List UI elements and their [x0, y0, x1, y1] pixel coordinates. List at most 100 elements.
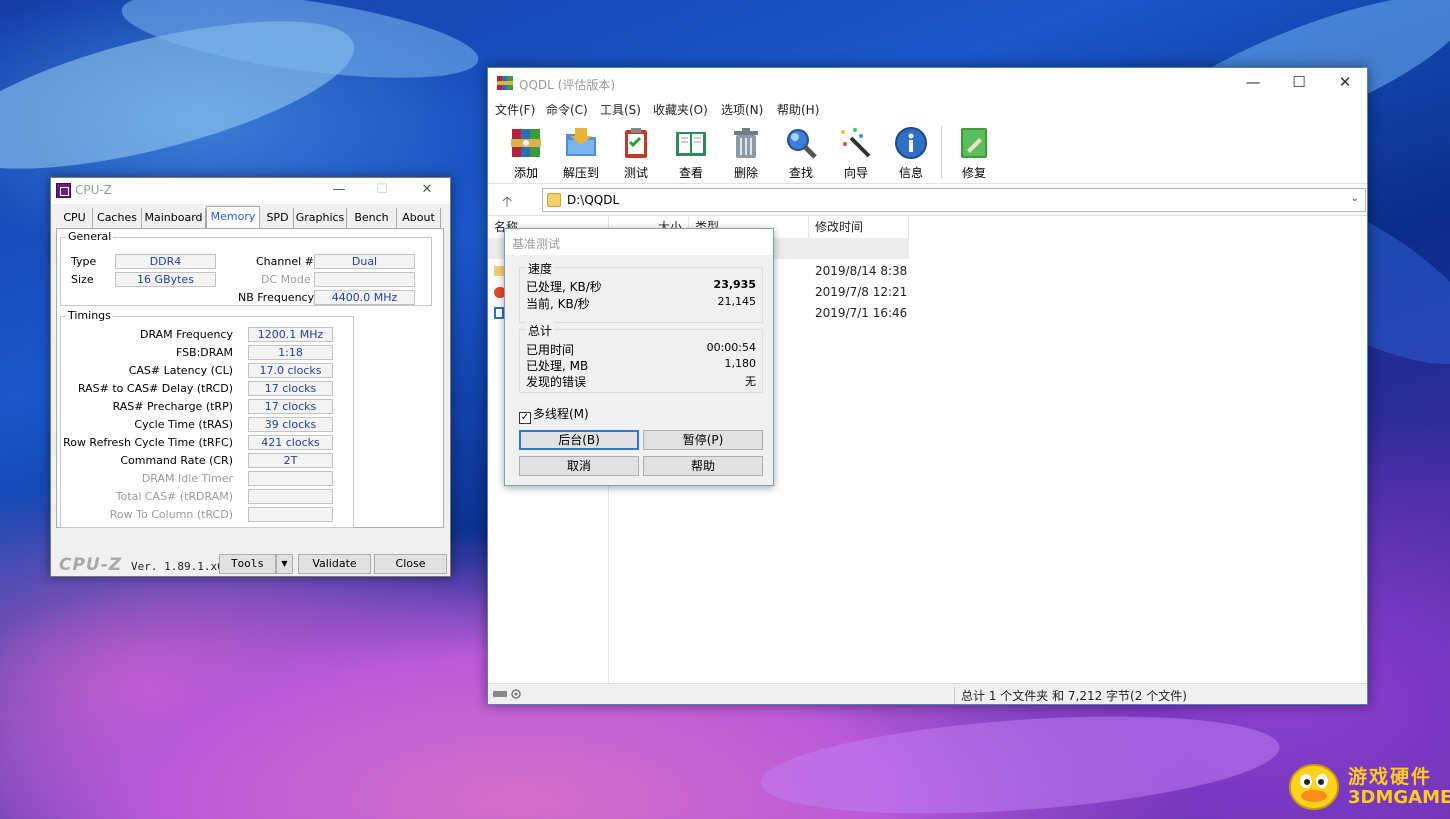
tab-spd[interactable]: SPD [262, 208, 294, 228]
test-icon [625, 128, 647, 158]
repair-icon [961, 128, 987, 158]
cpuz-titlebar[interactable]: CPU-Z — ☐ ✕ [51, 178, 450, 204]
elapsed-label: 已用时间 [526, 343, 575, 357]
multithread-checkbox[interactable]: ✓ 多线程(M) [519, 405, 589, 424]
extract-to-button[interactable]: 解压到 [556, 124, 606, 180]
test-label: 测试 [623, 166, 648, 180]
cpuz-app-icon [56, 183, 71, 198]
errors-label: 发现的错误 [526, 375, 587, 389]
timing-label: DRAM Idle Timer [141, 472, 233, 485]
maximize-icon: ☐ [376, 182, 388, 197]
speed-processed-label: 已处理, KB/秒 [526, 280, 602, 294]
cpuz-version: Ver. 1.89.1.x64 [131, 560, 231, 573]
timing-label: Row Refresh Cycle Time (tRFC) [63, 436, 233, 449]
channel-value: Dual [314, 254, 415, 269]
benchmark-title: 基准测试 [512, 237, 561, 251]
timing-value: 2T [248, 453, 333, 468]
timing-value: 421 clocks [248, 435, 333, 450]
timing-label: Row To Column (tRCD) [109, 508, 233, 521]
menu-options[interactable]: 选项(N) [721, 101, 763, 118]
menu-help[interactable]: 帮助(H) [777, 101, 819, 118]
nb-frequency-value: 4400.0 MHz [314, 290, 415, 305]
speed-current-label: 当前, KB/秒 [526, 297, 590, 311]
delete-label: 删除 [733, 166, 758, 180]
timing-value: 17 clocks [248, 381, 333, 396]
up-arrow-icon[interactable]: 🡡 [502, 191, 512, 215]
delete-button[interactable]: 删除 [721, 124, 771, 180]
tab-memory[interactable]: Memory [206, 206, 260, 228]
table-row-modified[interactable]: 2019/8/14 8:38 [815, 264, 907, 278]
drive-status-icon [493, 689, 521, 699]
winrar-titlebar[interactable]: QQDL (评估版本) — ☐ ✕ [488, 68, 1367, 98]
find-label: 查找 [788, 166, 813, 180]
timing-label: Total CAS# (tRDRAM) [115, 490, 233, 503]
add-archive-icon [511, 129, 541, 157]
speed-current-value: 21,145 [717, 295, 757, 308]
column-modified[interactable]: 修改时间 [809, 216, 909, 238]
close-icon[interactable]: ✕ [411, 180, 443, 200]
checkmark-icon: ✓ [519, 412, 531, 424]
menu-file[interactable]: 文件(F) [495, 101, 535, 118]
table-row-modified[interactable]: 2019/7/1 16:46 [815, 306, 907, 320]
tools-button[interactable]: Tools [219, 554, 276, 574]
cancel-button[interactable]: 取消 [519, 456, 639, 476]
tab-caches[interactable]: Caches [93, 208, 142, 228]
add-button[interactable]: 添加 [501, 124, 551, 180]
minimize-icon[interactable]: — [1230, 68, 1276, 97]
find-icon [787, 129, 817, 159]
timing-label: DRAM Frequency [139, 328, 233, 341]
menu-favorites[interactable]: 收藏夹(O) [653, 101, 708, 118]
tools-dropdown-icon[interactable]: ▼ [276, 554, 293, 574]
repair-button[interactable]: 修复 [949, 124, 999, 180]
total-group: 总计 已用时间 00:00:54 已处理, MB 1,180 发现的错误 无 [519, 322, 763, 393]
chevron-down-icon[interactable]: ⌄ [1351, 193, 1359, 204]
timing-value: 17 clocks [248, 399, 333, 414]
background-button[interactable]: 后台(B) [519, 430, 639, 450]
tab-bench[interactable]: Bench [347, 208, 397, 228]
menu-tools[interactable]: 工具(S) [600, 101, 641, 118]
find-button[interactable]: 查找 [776, 124, 826, 180]
extract-to-icon [566, 128, 596, 156]
cpuz-footer: CPU-Z Ver. 1.89.1.x64 Tools ▼ Validate C… [51, 551, 450, 577]
timing-label: RAS# Precharge (tRP) [112, 400, 233, 413]
timings-group: Timings DRAM Frequency 1200.1 MHz FSB:DRAM… [60, 309, 354, 528]
timings-group-title: Timings [66, 309, 113, 322]
timing-value: 17.0 clocks [248, 363, 333, 378]
timing-value [248, 471, 333, 486]
info-label: 信息 [898, 166, 923, 180]
watermark-line2: 3DMGAME [1348, 787, 1450, 808]
info-button[interactable]: 信息 [886, 124, 936, 180]
test-button[interactable]: 测试 [611, 124, 661, 180]
tab-graphics[interactable]: Graphics [294, 208, 347, 228]
errors-value: 无 [745, 375, 756, 388]
total-group-title: 总计 [526, 322, 555, 339]
benchmark-titlebar[interactable]: 基准测试 [505, 229, 773, 255]
close-icon[interactable]: ✕ [1322, 68, 1368, 97]
speed-processed-value: 23,935 [713, 278, 756, 291]
validate-button[interactable]: Validate [298, 554, 371, 574]
view-button[interactable]: 查看 [666, 124, 716, 180]
size-label: Size [71, 273, 94, 286]
winrar-menubar: 文件(F) 命令(C) 工具(S) 收藏夹(O) 选项(N) 帮助(H) [488, 98, 1367, 120]
table-row-modified[interactable]: 2019/7/8 12:21 [815, 285, 907, 299]
size-value: 16 GBytes [115, 272, 216, 287]
processed-mb-value: 1,180 [724, 357, 757, 370]
tab-mainboard[interactable]: Mainboard [142, 208, 206, 228]
pause-button[interactable]: 暂停(P) [643, 430, 763, 450]
add-label: 添加 [513, 166, 538, 180]
close-button[interactable]: Close [374, 554, 447, 574]
multithread-label: 多线程(M) [533, 407, 589, 421]
timing-value: 1:18 [248, 345, 333, 360]
help-button[interactable]: 帮助 [643, 456, 763, 476]
tab-cpu[interactable]: CPU [57, 208, 93, 228]
speed-group-title: 速度 [526, 260, 555, 277]
tab-about[interactable]: About [397, 208, 441, 228]
address-field[interactable]: D:\QQDL ⌄ [542, 188, 1366, 212]
maximize-icon[interactable]: ☐ [1276, 68, 1322, 97]
menu-commands[interactable]: 命令(C) [546, 101, 588, 118]
nb-frequency-label: NB Frequency [238, 291, 315, 304]
wizard-button[interactable]: 向导 [831, 124, 881, 180]
channel-label: Channel # [256, 255, 314, 268]
minimize-icon[interactable]: — [323, 180, 355, 200]
dcmode-value [314, 272, 415, 287]
